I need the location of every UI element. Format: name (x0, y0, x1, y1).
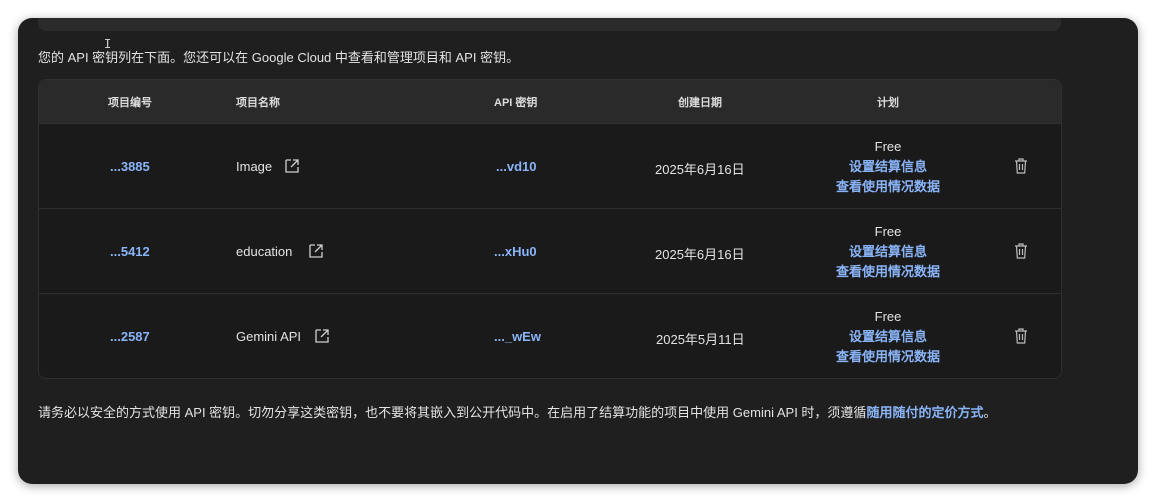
security-notice-suffix: 。 (983, 405, 997, 420)
plan-tier: Free (874, 224, 902, 239)
view-usage-link[interactable]: 查看使用情况数据 (808, 177, 968, 197)
api-key-link[interactable]: ...vd10 (496, 159, 536, 174)
open-external-icon[interactable] (315, 329, 329, 343)
delete-icon[interactable] (1014, 158, 1028, 174)
setup-billing-link[interactable]: 设置结算信息 (808, 157, 968, 177)
created-date: 2025年6月16日 (655, 162, 745, 177)
api-key-link[interactable]: ...xHu0 (494, 244, 537, 259)
project-name: Gemini API (236, 329, 302, 344)
plan-cell: Free 设置结算信息 查看使用情况数据 (808, 307, 968, 367)
header-api-key: API 密钥 (494, 97, 538, 109)
previous-panel-edge (38, 18, 1061, 31)
project-number-link[interactable]: ...5412 (110, 244, 150, 259)
header-created-date: 创建日期 (678, 97, 722, 109)
view-usage-link[interactable]: 查看使用情况数据 (808, 347, 968, 367)
security-notice-text: 请务必以安全的方式使用 API 密钥。切勿分享这类密钥，也不要将其嵌入到公开代码… (38, 405, 867, 420)
header-project-name: 项目名称 (236, 97, 280, 109)
table-row: ...5412 education ...xHu0 2025年6月16日 Fre… (39, 208, 1061, 294)
pay-as-you-go-pricing-link[interactable]: 随用随付的定价方式 (866, 405, 983, 420)
api-keys-table: 项目编号 项目名称 API 密钥 创建日期 计划 ...3885 Image .… (38, 79, 1062, 379)
security-notice: 请务必以安全的方式使用 API 密钥。切勿分享这类密钥，也不要将其嵌入到公开代码… (38, 402, 1058, 424)
setup-billing-link[interactable]: 设置结算信息 (808, 327, 968, 347)
plan-tier: Free (874, 139, 902, 154)
header-project-number: 项目编号 (108, 97, 152, 109)
header-plan: 计划 (877, 97, 899, 109)
plan-cell: Free 设置结算信息 查看使用情况数据 (808, 222, 968, 282)
plan-cell: Free 设置结算信息 查看使用情况数据 (808, 137, 968, 197)
delete-icon[interactable] (1014, 328, 1028, 344)
project-number-link[interactable]: ...2587 (110, 329, 150, 344)
project-name: education (236, 244, 293, 259)
created-date: 2025年5月11日 (656, 332, 745, 347)
table-header: 项目编号 项目名称 API 密钥 创建日期 计划 (39, 80, 1061, 123)
created-date: 2025年6月16日 (655, 247, 745, 262)
project-name: Image (236, 159, 273, 174)
app-window: I 您的 API 密钥列在下面。您还可以在 Google Cloud 中查看和管… (18, 18, 1138, 484)
open-external-icon[interactable] (309, 244, 323, 258)
intro-text: 您的 API 密钥列在下面。您还可以在 Google Cloud 中查看和管理项… (38, 50, 520, 65)
project-number-link[interactable]: ...3885 (110, 159, 150, 174)
api-key-link[interactable]: ..._wEw (494, 329, 541, 344)
view-usage-link[interactable]: 查看使用情况数据 (808, 262, 968, 282)
delete-icon[interactable] (1014, 243, 1028, 259)
open-external-icon[interactable] (285, 159, 299, 173)
setup-billing-link[interactable]: 设置结算信息 (808, 242, 968, 262)
table-row: ...2587 Gemini API ..._wEw 2025年5月11日 Fr… (39, 293, 1061, 378)
plan-tier: Free (874, 309, 902, 324)
table-row: ...3885 Image ...vd10 2025年6月16日 Free 设置… (39, 123, 1061, 209)
